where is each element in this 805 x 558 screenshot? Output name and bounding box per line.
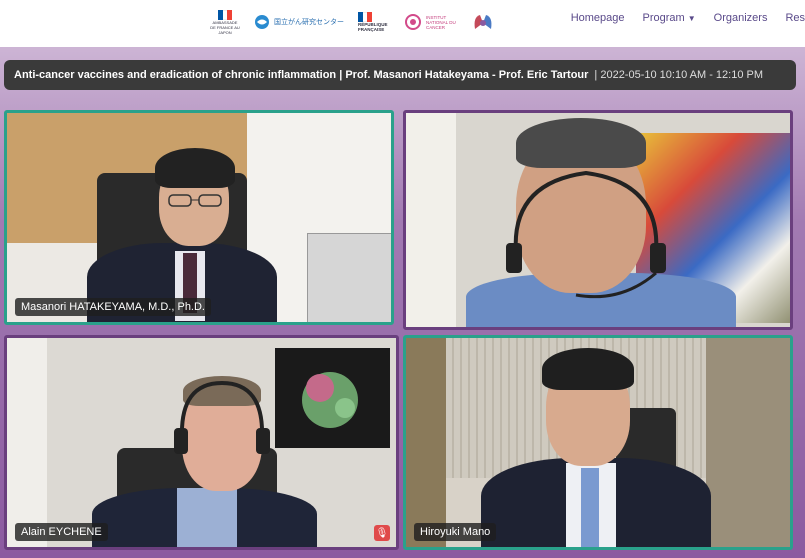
nav-homepage[interactable]: Homepage (571, 12, 625, 24)
republique-francaise-logo[interactable]: RÉPUBLIQUE FRANÇAISE (358, 12, 390, 32)
video-feed (7, 113, 391, 322)
framed-cell-image (275, 348, 390, 448)
participant-name-label: Alain EYCHENE (15, 523, 108, 541)
video-feed (7, 338, 396, 547)
session-title-bar: Anti-cancer vaccines and eradication of … (4, 60, 796, 90)
participant-name-label: Masanori HATAKEYAMA, M.D., Ph.D. (15, 298, 211, 316)
window (406, 113, 456, 327)
glasses-icon (168, 194, 222, 207)
video-feed (406, 113, 790, 327)
video-tile-eychene[interactable]: Alain EYCHENE 🎙 (4, 335, 399, 550)
partner-logos: AMBASSADE DE FRANCE AU JAPON 国立がん研究センター … (210, 6, 496, 38)
participant-name-label: Hiroyuki Mano (414, 523, 497, 541)
nav-res[interactable]: Res (785, 12, 805, 24)
blue-shirt (177, 488, 237, 547)
video-tile-tartour[interactable] (403, 110, 793, 330)
main-nav: Homepage Program ▼ Organizers Res (571, 12, 805, 24)
nav-organizers[interactable]: Organizers (714, 12, 768, 24)
session-title: Anti-cancer vaccines and eradication of … (14, 69, 589, 81)
society-logo[interactable] (470, 9, 496, 35)
french-flag-icon (218, 9, 233, 20)
tie (581, 468, 599, 547)
video-feed (406, 338, 790, 547)
ambassade-de-france-au-japon-logo[interactable]: AMBASSADE DE FRANCE AU JAPON (210, 9, 240, 35)
video-tile-mano[interactable]: Hiroyuki Mano (403, 335, 793, 550)
chevron-down-icon: ▼ (687, 14, 696, 23)
headset-icon (506, 170, 666, 299)
nav-program[interactable]: Program ▼ (643, 12, 696, 24)
institut-national-du-cancer-logo[interactable]: INSTITUT NATIONAL DU CANCER (404, 13, 456, 31)
hands-emblem-icon (474, 15, 492, 29)
printer (307, 233, 391, 322)
ncc-globe-icon (255, 15, 269, 29)
video-tile-hatakeyama[interactable]: Masanori HATAKEYAMA, M.D., Ph.D. (4, 110, 394, 325)
session-datetime: | 2022-05-10 10:10 AM - 12:10 PM (594, 69, 763, 81)
national-cancer-center-japan-logo[interactable]: 国立がん研究センター (254, 14, 344, 30)
marianne-flag-icon (358, 12, 373, 22)
bookshelf (706, 338, 790, 547)
mic-muted-icon: 🎙 (374, 525, 390, 541)
inca-swirl-icon (405, 14, 421, 30)
top-navigation-bar: AMBASSADE DE FRANCE AU JAPON 国立がん研究センター … (0, 0, 805, 47)
headset-icon (174, 380, 270, 454)
